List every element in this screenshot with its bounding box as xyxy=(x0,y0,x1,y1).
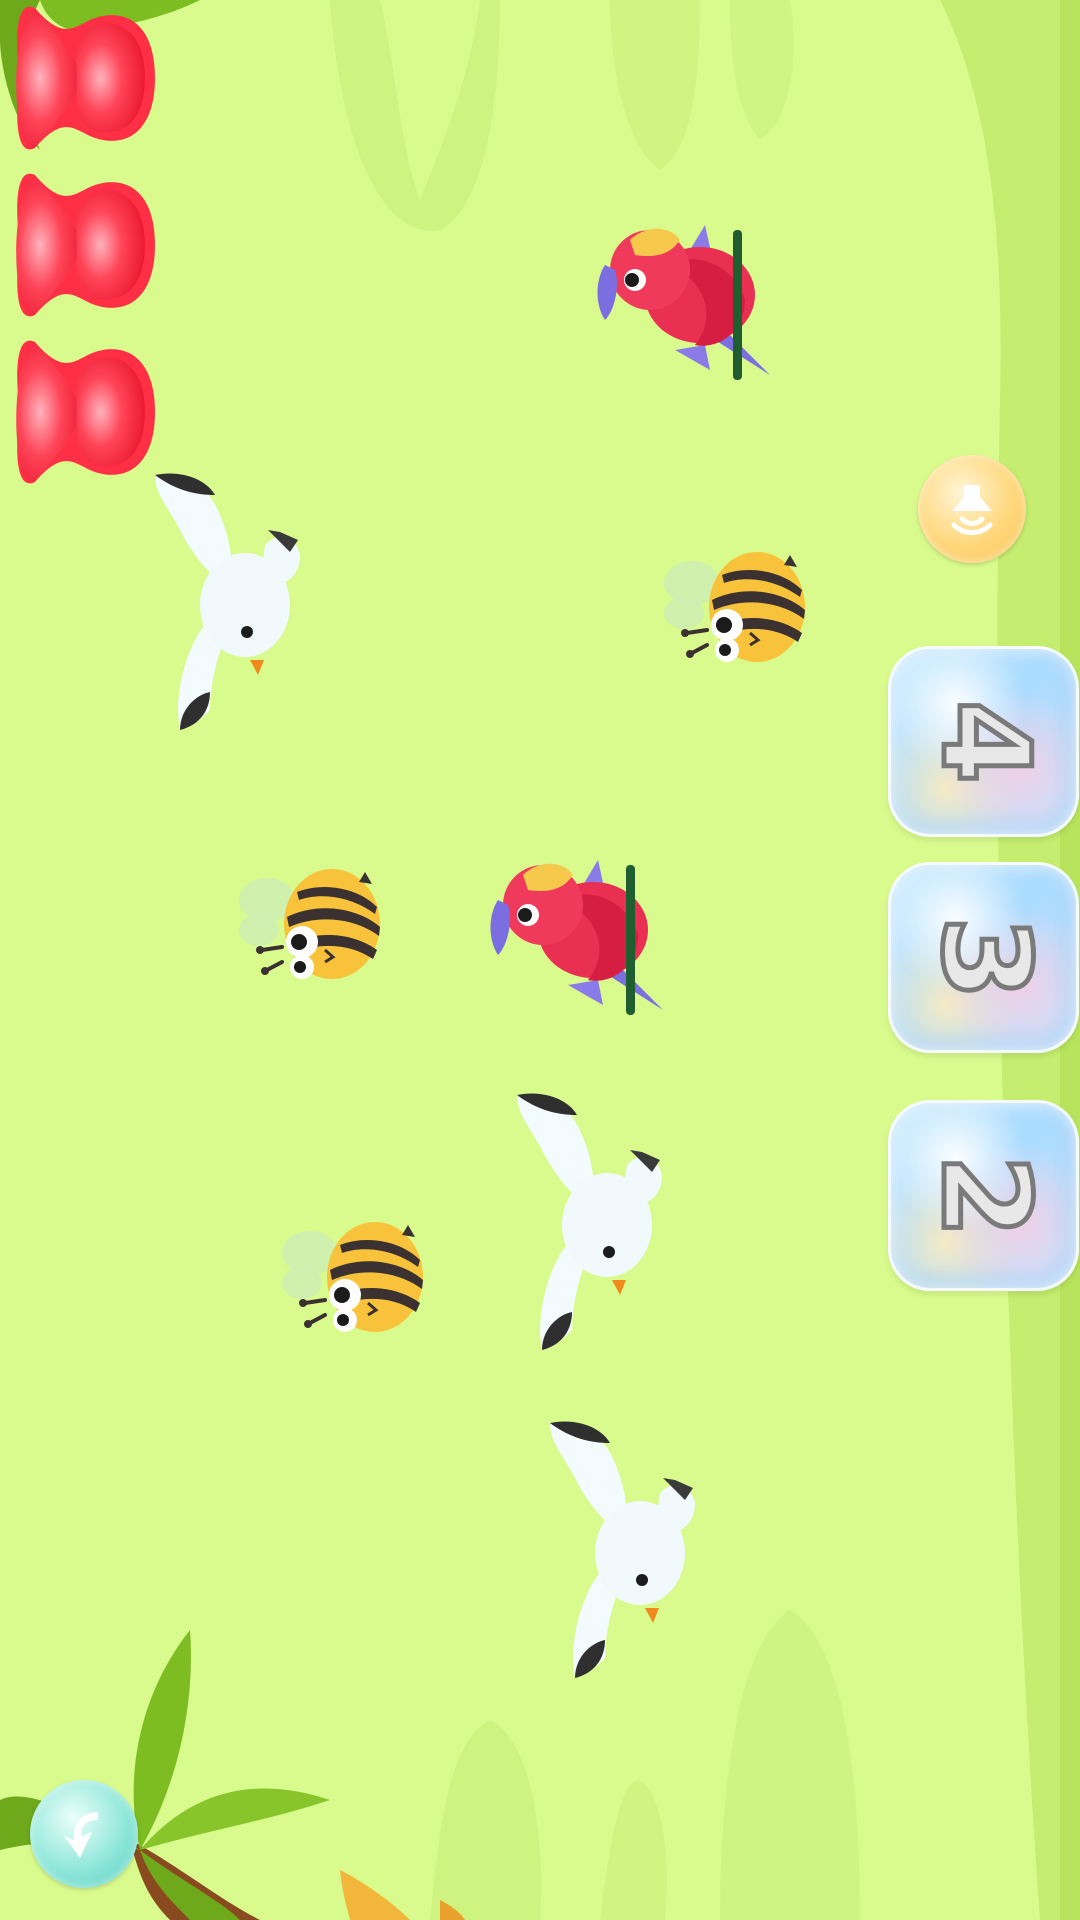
parrot-sprite xyxy=(595,210,775,380)
seagull-sprite xyxy=(150,470,310,735)
answer-label: 4 xyxy=(912,697,1056,786)
bee-sprite xyxy=(280,1215,425,1340)
seagull-sprite xyxy=(512,1090,672,1355)
heart-icon xyxy=(15,170,155,320)
speaker-icon xyxy=(951,485,993,535)
bee-sprite xyxy=(662,545,807,670)
answer-label: 2 xyxy=(912,1151,1056,1240)
answer-bubble-4[interactable]: 4 xyxy=(888,646,1079,837)
seagull-sprite xyxy=(545,1418,705,1683)
answer-bubble-2[interactable]: 2 xyxy=(888,1100,1079,1291)
answer-label: 3 xyxy=(912,913,1056,1002)
back-arrow-icon xyxy=(64,1812,98,1858)
parrot-sprite xyxy=(488,845,668,1015)
sound-button[interactable] xyxy=(918,455,1026,563)
answer-bubble-3[interactable]: 3 xyxy=(888,862,1079,1053)
bee-sprite xyxy=(237,862,382,987)
heart-icon xyxy=(15,337,155,487)
heart-icon xyxy=(15,3,155,153)
back-button[interactable] xyxy=(30,1780,138,1888)
